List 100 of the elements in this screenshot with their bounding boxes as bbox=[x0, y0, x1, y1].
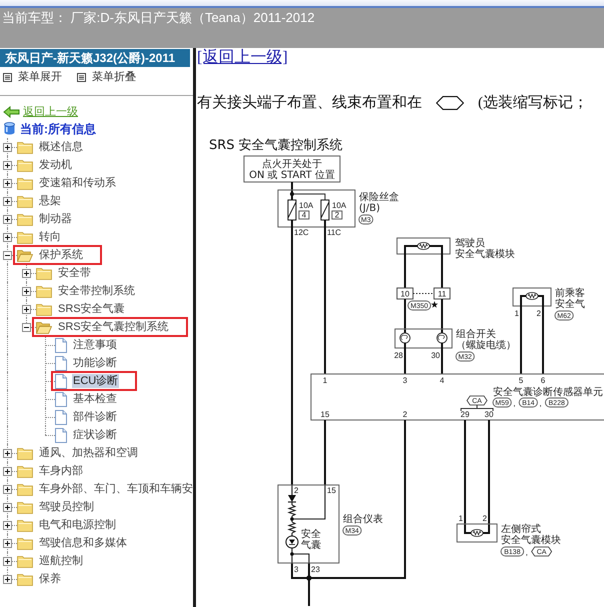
menu-action-link[interactable]: 菜单折叠 bbox=[92, 70, 136, 84]
expand-toggle[interactable] bbox=[3, 520, 12, 530]
connector-separator: , bbox=[513, 399, 516, 408]
resistor-icon bbox=[287, 522, 297, 534]
connector-separator: , bbox=[526, 548, 528, 557]
tree-item[interactable]: 功能诊断 bbox=[72, 356, 118, 370]
resistor-icon bbox=[287, 504, 297, 516]
document-icon bbox=[55, 410, 67, 424]
tree-item[interactable]: 概述信息 bbox=[38, 140, 84, 154]
folder-icon bbox=[17, 158, 33, 172]
expand-toggle[interactable] bbox=[3, 160, 12, 170]
back-link[interactable]: 返回上一级 bbox=[23, 105, 78, 119]
tree-item[interactable]: 保养 bbox=[38, 572, 62, 586]
expand-toggle[interactable] bbox=[3, 178, 12, 188]
pin-number: 2 bbox=[482, 514, 487, 523]
squib-icon bbox=[526, 292, 538, 300]
pin-number: 23 bbox=[311, 565, 320, 574]
cylinder-icon bbox=[4, 122, 15, 135]
pin-number: 1 bbox=[514, 309, 519, 318]
pin-number: 30 bbox=[484, 410, 494, 419]
expand-toggle[interactable] bbox=[3, 196, 12, 206]
wire bbox=[404, 299, 406, 333]
tree-item[interactable]: 发动机 bbox=[38, 158, 73, 172]
folder-icon bbox=[17, 212, 33, 226]
expand-toggle[interactable] bbox=[3, 574, 12, 584]
tree-item[interactable]: 注意事项 bbox=[72, 338, 118, 352]
connector-pin: 10 bbox=[396, 288, 414, 300]
tree-item[interactable]: 通风、加热器和空调 bbox=[38, 446, 139, 460]
tree-item[interactable]: 症状诊断 bbox=[72, 428, 118, 442]
wire bbox=[441, 299, 443, 333]
pin-number: 1 bbox=[458, 514, 463, 523]
back-link[interactable]: [返回上一级] bbox=[197, 48, 288, 67]
open-folder-icon bbox=[17, 248, 33, 262]
document-icon bbox=[55, 338, 67, 352]
lamp-label: 安全 气囊 bbox=[301, 529, 321, 551]
fuse-rating: 10A bbox=[299, 201, 314, 210]
pin-number: 4 bbox=[440, 376, 444, 385]
component-label: 组合仪表 bbox=[343, 514, 383, 525]
expand-toggle[interactable] bbox=[22, 304, 31, 314]
tree-item[interactable]: 巡航控制 bbox=[38, 554, 84, 568]
folder-icon bbox=[36, 266, 52, 280]
open-folder-icon bbox=[36, 320, 52, 334]
back-arrow-icon[interactable] bbox=[3, 106, 20, 118]
component-label: 安全气囊诊断传感器单元 bbox=[493, 387, 603, 398]
tree-item[interactable]: 安全带控制系统 bbox=[57, 284, 136, 298]
tree-item[interactable]: 驾驶信息和多媒体 bbox=[38, 536, 128, 550]
expand-toggle[interactable] bbox=[22, 286, 31, 296]
tree-item[interactable]: 部件诊断 bbox=[72, 410, 118, 424]
tree-item[interactable]: 电气和电源控制 bbox=[38, 518, 117, 532]
folder-icon bbox=[17, 500, 33, 514]
junction-dot-icon bbox=[290, 192, 294, 196]
expand-toggle[interactable] bbox=[3, 556, 12, 566]
spiral-cable bbox=[394, 328, 452, 348]
tree-item[interactable]: 转向 bbox=[38, 230, 62, 244]
connector-pin: 11 bbox=[434, 288, 450, 300]
folder-icon bbox=[17, 536, 33, 550]
tree-item[interactable]: 制动器 bbox=[38, 212, 73, 226]
contact-icon bbox=[400, 332, 410, 344]
current-location: 当前:所有信息 bbox=[20, 122, 96, 136]
expand-toggle[interactable] bbox=[3, 232, 12, 242]
expand-toggle[interactable] bbox=[3, 538, 12, 548]
expand-toggle[interactable] bbox=[3, 142, 12, 152]
tree-item[interactable]: ECU诊断 bbox=[72, 374, 120, 388]
junction-dot-icon bbox=[306, 575, 312, 581]
tree-item[interactable]: 保护系统 bbox=[38, 248, 84, 262]
wire bbox=[430, 245, 443, 288]
expand-toggle[interactable] bbox=[3, 502, 12, 512]
list-icon[interactable] bbox=[77, 72, 86, 82]
pin-number: 1 bbox=[322, 376, 328, 385]
expand-toggle[interactable] bbox=[3, 250, 12, 260]
pin-number: 3 bbox=[294, 565, 298, 574]
vehicle-title: 东风日产-新天籁J32(公爵)-2011 bbox=[0, 49, 190, 67]
expand-toggle[interactable] bbox=[3, 466, 12, 476]
diagram-title: SRS 安全气囊控制系统 bbox=[209, 138, 343, 153]
squib-icon bbox=[470, 529, 484, 537]
tree-item[interactable]: 变速箱和传动系 bbox=[38, 176, 117, 190]
expand-toggle[interactable] bbox=[22, 268, 31, 278]
tree-item[interactable]: 悬架 bbox=[38, 194, 62, 208]
fuse-number: 2 bbox=[332, 210, 342, 220]
component-label: 左侧帘式 安全气囊模块 bbox=[501, 524, 561, 546]
contact-icon bbox=[436, 332, 448, 344]
connector-separator: , bbox=[539, 399, 542, 408]
star-icon bbox=[431, 301, 438, 308]
expand-toggle[interactable] bbox=[3, 214, 12, 224]
folder-icon bbox=[17, 446, 33, 460]
folder-icon bbox=[17, 518, 33, 532]
tree-item[interactable]: SRS安全气囊控制系统 bbox=[57, 320, 170, 334]
tree-item[interactable]: 车身外部、车门、车顶和车辆安 bbox=[38, 482, 194, 496]
expand-toggle[interactable] bbox=[22, 322, 31, 332]
tree-item[interactable]: 安全带 bbox=[57, 266, 92, 280]
tree-item[interactable]: 基本检查 bbox=[72, 392, 118, 406]
tree-item[interactable]: 车身内部 bbox=[38, 464, 84, 478]
expand-toggle[interactable] bbox=[3, 448, 12, 458]
wire bbox=[441, 343, 443, 374]
tree-item[interactable]: SRS安全气囊 bbox=[57, 302, 126, 316]
expand-toggle[interactable] bbox=[3, 484, 12, 494]
airbag-module bbox=[396, 238, 450, 254]
tree-item[interactable]: 驾驶员控制 bbox=[38, 500, 95, 514]
menu-action-link[interactable]: 菜单展开 bbox=[18, 70, 62, 84]
list-icon[interactable] bbox=[3, 72, 12, 82]
